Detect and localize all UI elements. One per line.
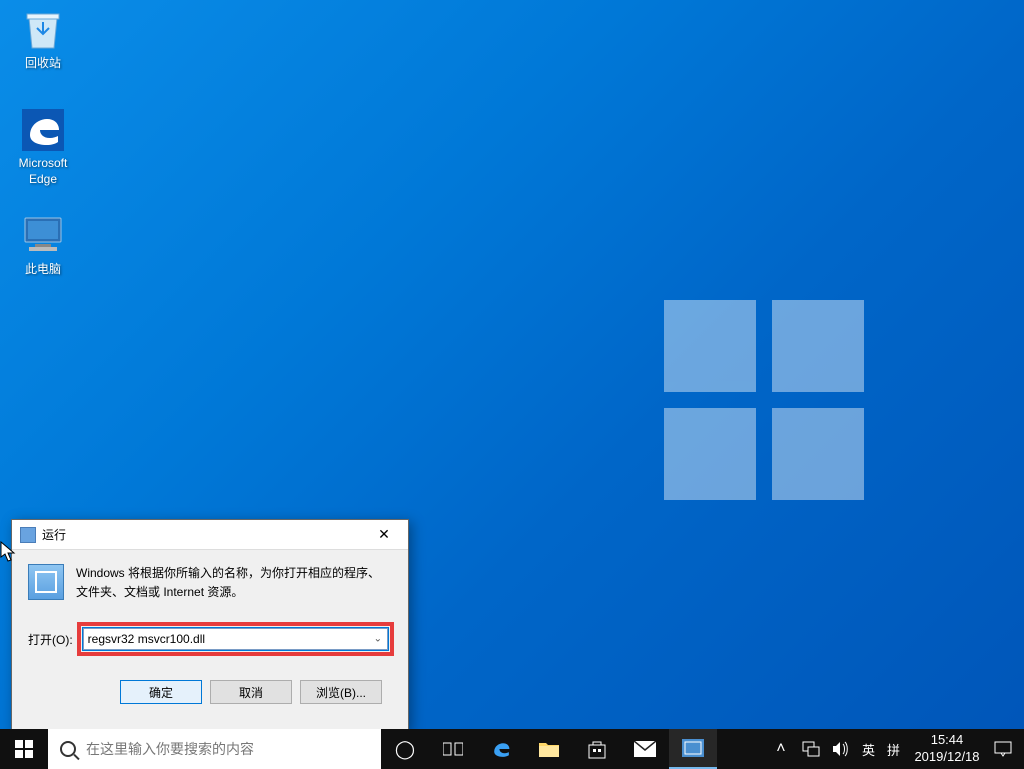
clock-date: 2019/12/18 bbox=[914, 749, 979, 766]
taskbar: 在这里输入你要搜索的内容 ◯ ˄ 英 拼 15:44 2019/12/18 bbox=[0, 729, 1024, 769]
store-icon bbox=[587, 739, 607, 759]
ime-indicator[interactable]: 英 bbox=[856, 729, 881, 769]
desktop-icon-edge[interactable]: Microsoft Edge bbox=[6, 108, 80, 187]
search-icon bbox=[60, 741, 76, 757]
taskbar-app-store[interactable] bbox=[573, 729, 621, 769]
network-icon bbox=[802, 741, 820, 757]
desktop-icon-this-pc[interactable]: 此电脑 bbox=[6, 214, 80, 278]
system-tray: ˄ 英 拼 15:44 2019/12/18 bbox=[766, 729, 1024, 769]
task-view-icon bbox=[443, 741, 463, 757]
folder-icon bbox=[538, 740, 560, 758]
action-center-button[interactable] bbox=[988, 729, 1018, 769]
open-input[interactable] bbox=[83, 628, 388, 650]
run-dialog-titlebar[interactable]: 运行 ✕ bbox=[12, 520, 408, 550]
edge-icon bbox=[490, 738, 512, 760]
clock-time: 15:44 bbox=[931, 732, 964, 749]
desktop-icon-recycle-bin[interactable]: 回收站 bbox=[6, 8, 80, 72]
network-tray-icon[interactable] bbox=[796, 729, 826, 769]
taskbar-app-explorer[interactable] bbox=[525, 729, 573, 769]
search-box[interactable]: 在这里输入你要搜索的内容 bbox=[48, 729, 381, 769]
icon-label: Microsoft Edge bbox=[6, 156, 80, 187]
edge-icon bbox=[21, 108, 65, 152]
icon-label: 回收站 bbox=[6, 56, 80, 72]
chevron-up-icon: ˄ bbox=[776, 740, 785, 758]
volume-tray-icon[interactable] bbox=[826, 729, 856, 769]
run-description: Windows 将根据你所输入的名称，为你打开相应的程序、文件夹、文档或 Int… bbox=[76, 564, 392, 602]
open-combobox-highlight: ⌄ bbox=[79, 624, 392, 654]
ime-mode[interactable]: 拼 bbox=[881, 729, 906, 769]
ok-button[interactable]: 确定 bbox=[120, 680, 202, 704]
cancel-button[interactable]: 取消 bbox=[210, 680, 292, 704]
taskbar-app-mail[interactable] bbox=[621, 729, 669, 769]
run-dialog-title: 运行 bbox=[42, 526, 362, 543]
close-button[interactable]: ✕ bbox=[362, 521, 406, 549]
start-button[interactable] bbox=[0, 729, 48, 769]
open-label: 打开(O): bbox=[28, 631, 73, 648]
clock[interactable]: 15:44 2019/12/18 bbox=[906, 729, 988, 769]
icon-label: 此电脑 bbox=[6, 262, 80, 278]
cortana-button[interactable]: ◯ bbox=[381, 729, 429, 769]
pc-icon bbox=[21, 214, 65, 258]
windows-logo-wallpaper bbox=[664, 300, 864, 500]
browse-button[interactable]: 浏览(B)... bbox=[300, 680, 382, 704]
cortana-icon: ◯ bbox=[395, 739, 415, 760]
run-app-icon bbox=[28, 564, 64, 600]
task-view-button[interactable] bbox=[429, 729, 477, 769]
speaker-icon bbox=[832, 741, 850, 757]
taskbar-app-edge[interactable] bbox=[477, 729, 525, 769]
run-dialog: 运行 ✕ Windows 将根据你所输入的名称，为你打开相应的程序、文件夹、文档… bbox=[11, 519, 409, 731]
notification-icon bbox=[994, 741, 1012, 757]
tray-overflow-button[interactable]: ˄ bbox=[766, 740, 796, 758]
run-icon bbox=[682, 739, 704, 757]
search-placeholder: 在这里输入你要搜索的内容 bbox=[86, 739, 254, 759]
taskbar-app-run[interactable] bbox=[669, 729, 717, 769]
recycle-bin-icon bbox=[21, 8, 65, 52]
mail-icon bbox=[634, 741, 656, 757]
run-dialog-icon bbox=[20, 527, 36, 543]
